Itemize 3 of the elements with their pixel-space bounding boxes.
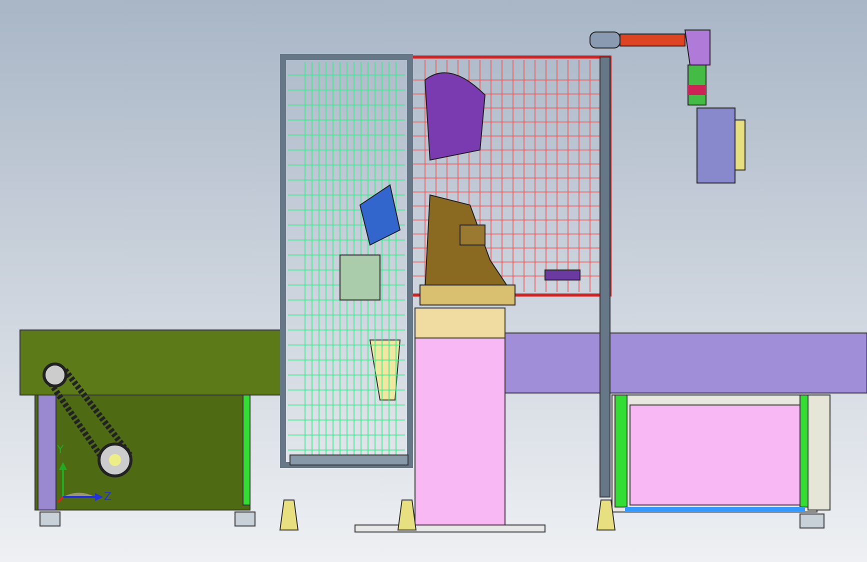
y-axis-label: Y (57, 443, 64, 456)
axis-triad-icon (57, 462, 103, 503)
z-axis-label: Z (104, 490, 112, 503)
